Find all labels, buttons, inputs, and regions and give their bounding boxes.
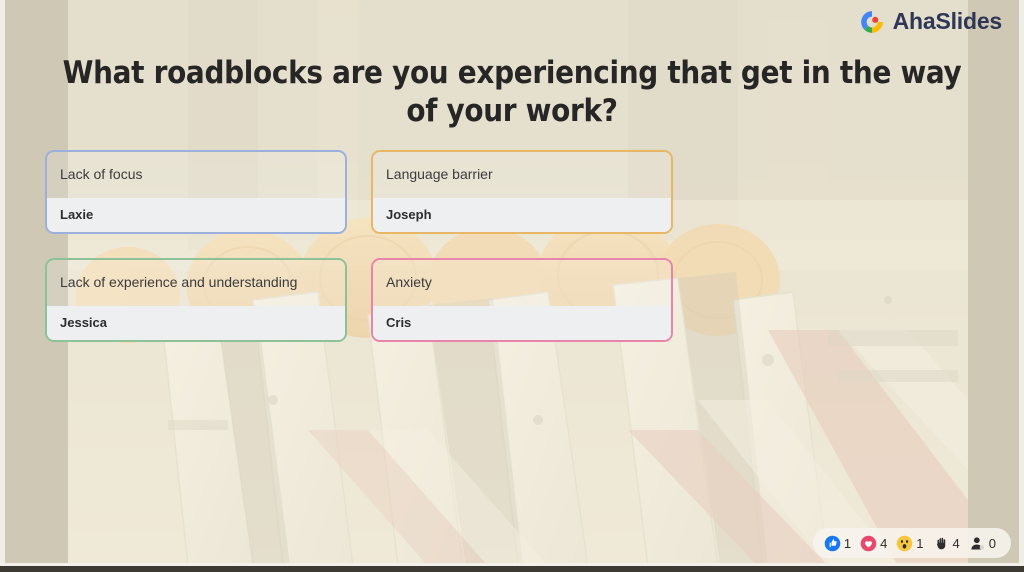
answer-text: Lack of experience and understanding xyxy=(47,260,345,306)
reaction-count: 4 xyxy=(952,535,960,551)
reaction-thumbs-up[interactable]: 1 xyxy=(824,535,855,552)
answer-author: Jessica xyxy=(47,306,345,340)
surprised-face-icon[interactable] xyxy=(896,535,913,552)
left-edge-highlight xyxy=(0,0,5,566)
answer-text: Language barrier xyxy=(373,152,671,198)
answer-text: Lack of focus xyxy=(47,152,345,198)
raised-hand-icon[interactable] xyxy=(933,535,950,552)
reaction-heart[interactable]: 4 xyxy=(860,535,891,552)
reaction-count: 1 xyxy=(843,535,852,551)
answer-text: Anxiety xyxy=(373,260,671,306)
ahaslides-wordmark: AhaSlides xyxy=(892,8,1003,34)
answer-author: Joseph xyxy=(373,198,671,232)
thumbs-up-icon[interactable] xyxy=(824,535,841,552)
heart-icon[interactable] xyxy=(860,535,877,552)
reaction-surprised[interactable]: 1 xyxy=(896,535,927,552)
presentation-slide: AhaSlides What roadblocks are you experi… xyxy=(0,0,1024,572)
reaction-count: 1 xyxy=(916,535,924,551)
right-edge-highlight xyxy=(1019,0,1024,566)
person-icon[interactable] xyxy=(969,535,986,552)
reaction-count: 4 xyxy=(880,535,888,551)
answer-card[interactable]: Lack of experience and understanding Jes… xyxy=(45,258,347,342)
bottom-edge-bar xyxy=(0,566,1024,572)
reaction-bar[interactable]: 1 4 1 4 0 xyxy=(812,528,1011,558)
reaction-raised-hand[interactable]: 4 xyxy=(933,535,964,552)
ahaslides-logo: AhaSlides xyxy=(859,8,1002,35)
answer-author: Laxie xyxy=(47,198,345,232)
answer-card[interactable]: Anxiety Cris xyxy=(371,258,673,342)
answer-author: Cris xyxy=(373,306,671,340)
reaction-count: 0 xyxy=(988,535,996,551)
answers-grid: Lack of focus Laxie Language barrier Jos… xyxy=(45,150,979,342)
answer-card[interactable]: Language barrier Joseph xyxy=(371,150,673,234)
reaction-participants[interactable]: 0 xyxy=(969,535,1000,552)
question-title: What roadblocks are you experiencing tha… xyxy=(62,55,962,129)
ahaslides-logo-icon xyxy=(859,9,885,35)
answer-card[interactable]: Lack of focus Laxie xyxy=(45,150,347,234)
